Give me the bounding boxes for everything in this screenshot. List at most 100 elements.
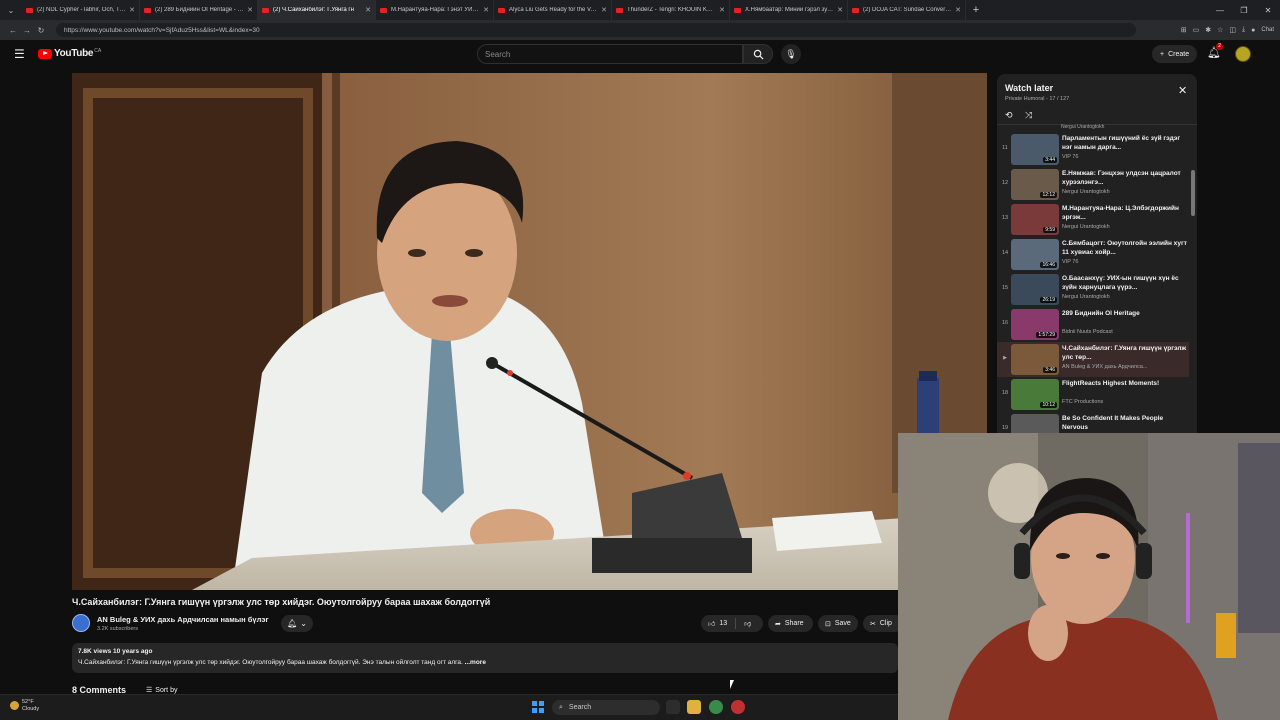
split-view-icon[interactable]: ◫ xyxy=(1229,26,1236,34)
tab-close-icon[interactable]: ✕ xyxy=(601,6,607,14)
account-avatar[interactable] xyxy=(1235,46,1251,62)
chrome-icon[interactable] xyxy=(709,700,723,714)
playlist-item-thumbnail[interactable]: 9:59 xyxy=(1011,204,1059,235)
file-explorer-icon[interactable] xyxy=(687,700,701,714)
url-field[interactable]: https://www.youtube.com/watch?v=SjfAduz5… xyxy=(56,23,1136,37)
scrollbar-thumb[interactable] xyxy=(1191,170,1195,216)
playlist-item[interactable]: 11 3:44 Парламентын гишүүний ёс зүй гэдэг … xyxy=(997,132,1189,167)
subscription-notify-button[interactable]: 🔔︎ ⌄ xyxy=(281,615,313,632)
profile-icon[interactable]: ● xyxy=(1251,27,1255,34)
loop-icon[interactable]: ⟲ xyxy=(1005,110,1013,121)
tab-close-icon[interactable]: ✕ xyxy=(483,6,489,14)
browser-tab[interactable]: ThunderZ - Tengri: KHOUIN KHO! ✕ xyxy=(612,0,730,20)
extensions-icon[interactable]: ✱ xyxy=(1205,26,1211,34)
back-icon[interactable]: ← xyxy=(6,26,20,35)
playlist-item[interactable]: 12 12:12 Ё.Нямжав: Гэнцхэн улдсэн цацралот… xyxy=(997,167,1189,202)
tab-close-icon[interactable]: ✕ xyxy=(247,6,253,14)
playlist-item-title[interactable]: О.Баасанхүү: УИХ-ын гишүүн хүн ёс зүйн х… xyxy=(1062,275,1188,292)
minimize-icon[interactable]: — xyxy=(1208,6,1232,15)
playlist-item-index: 15 xyxy=(1001,285,1009,291)
playlist-item-title[interactable]: FlightReacts Highest Moments! xyxy=(1062,380,1188,389)
downloads-icon[interactable]: ⤓ xyxy=(1242,26,1245,34)
reload-icon[interactable]: ↻ xyxy=(34,26,48,35)
description-box[interactable]: 7.8K views 10 years ago Ч.Сайханбилэг: Г… xyxy=(72,643,898,673)
youtube-masthead: ☰ YouTube CA Search 🎙 + Create 🔔︎ 2 xyxy=(0,40,1280,68)
close-window-icon[interactable]: ✕ xyxy=(1256,6,1280,15)
share-button[interactable]: ➦ Share xyxy=(768,615,813,632)
playlist-item[interactable]: 16 1:57:29 289 Биднийн OI Heritage Bidnii N… xyxy=(997,307,1189,342)
cast-icon[interactable]: ▭ xyxy=(1193,26,1200,34)
playlist-item-title[interactable]: Ё.Нямжав: Гэнцхэн улдсэн цацралот хурээл… xyxy=(1062,170,1188,187)
video-player[interactable] xyxy=(72,73,987,590)
playlist-item-title[interactable]: 289 Биднийн OI Heritage xyxy=(1062,310,1188,319)
install-icon[interactable]: ⊞ xyxy=(1181,26,1187,34)
start-button[interactable] xyxy=(532,701,544,713)
playlist-item-thumbnail[interactable]: 17:55 xyxy=(1011,414,1059,434)
browser-tab[interactable]: (2) Ч.Сайханбилэг: Г.Уянга гн ✕ xyxy=(258,0,376,20)
playlist-item-thumbnail[interactable]: 3:44 xyxy=(1011,134,1059,165)
playlist-item[interactable]: 15 26:19 О.Баасанхүү: УИХ-ын гишүүн хүн ёс… xyxy=(997,272,1189,307)
playlist-item[interactable]: 18 10:12 FlightReacts Highest Moments! FTC … xyxy=(997,377,1189,412)
tab-title: (2) NDL Cypher -Tabhir, Och, Tutu xyxy=(37,7,127,13)
channel-avatar[interactable] xyxy=(72,614,90,632)
task-view-icon[interactable] xyxy=(666,700,680,714)
youtube-logo-text: YouTube xyxy=(54,48,94,59)
taskbar-search[interactable]: ⌕ Search xyxy=(552,700,660,715)
chat-button[interactable]: Chat xyxy=(1261,27,1274,33)
playlist-item-title[interactable]: С.Бямбацогт: Оюутолгойн ээлийн хугт 11 х… xyxy=(1062,240,1188,257)
bookmark-star-icon[interactable]: ☆ xyxy=(1217,26,1223,34)
search-button[interactable] xyxy=(743,44,773,64)
shuffle-icon[interactable]: ⤨ xyxy=(1025,110,1032,121)
browser-tab[interactable]: (2) NDL Cypher -Tabhir, Och, Tutu ✕ xyxy=(22,0,140,20)
youtube-favicon-icon xyxy=(262,7,269,13)
tab-close-icon[interactable]: ✕ xyxy=(129,6,135,14)
browser-tab[interactable]: Alyca Liu Gets Ready for the Vanity ✕ xyxy=(494,0,612,20)
create-button[interactable]: + Create xyxy=(1152,45,1198,63)
playlist-item-thumbnail[interactable]: 3:46 xyxy=(1011,344,1059,375)
playlist-item-title[interactable]: М.Нарантуяа-Нара: Ц.Элбэгдоржийн эргэж..… xyxy=(1062,205,1188,222)
menu-icon[interactable]: ☰ xyxy=(14,47,25,61)
dislike-button[interactable]: 👎︎ xyxy=(744,619,751,628)
show-more-link[interactable]: ...more xyxy=(465,659,486,666)
youtube-favicon-icon xyxy=(852,7,859,13)
save-button[interactable]: ⊡ Save xyxy=(818,615,858,632)
playlist-item-title[interactable]: Парламентын гишүүний ёс зүй гэдэг нэг на… xyxy=(1062,135,1188,152)
mouse-cursor xyxy=(730,680,734,689)
like-dislike-group: 👍︎ 13 👎︎ xyxy=(701,615,763,632)
forward-icon[interactable]: → xyxy=(20,26,34,35)
clip-button[interactable]: ✂ Clip xyxy=(863,615,903,632)
tab-search-icon[interactable]: ⌄ xyxy=(0,0,22,20)
browser-tab[interactable]: (2) DOJA CAT: Sundae Conversatio ✕ xyxy=(848,0,966,20)
playlist-item-thumbnail[interactable]: 1:57:29 xyxy=(1011,309,1059,340)
playlist-scrollbar[interactable] xyxy=(1191,130,1195,430)
like-button[interactable]: 👍︎ xyxy=(708,619,715,628)
youtube-logo[interactable]: YouTube CA xyxy=(38,48,101,59)
playlist-item-thumbnail[interactable]: 10:12 xyxy=(1011,379,1059,410)
browser-tab[interactable]: Х.Нямбаатар: Миний гэрэл зургийг ✕ xyxy=(730,0,848,20)
weather-widget[interactable]: 52°F Cloudy xyxy=(10,699,39,712)
browser-tab[interactable]: (2) 289 Биднийн OI Heritage - YouT ✕ xyxy=(140,0,258,20)
playlist-item-title[interactable]: Ч.Сайханбилэг: Г.Уянга гишүүн үргэлж улс… xyxy=(1062,345,1188,362)
close-playlist-icon[interactable]: ✕ xyxy=(1178,84,1187,97)
playlist-item-title[interactable]: Be So Confident It Makes People Nervous xyxy=(1062,415,1188,432)
playlist-item[interactable]: 3:46 Ч.Сайханбилэг: Г.Уянга гишүүн үргэлж… xyxy=(997,342,1189,377)
tab-close-icon[interactable]: ✕ xyxy=(955,6,961,14)
app-icon[interactable] xyxy=(731,700,745,714)
weather-condition: Cloudy xyxy=(22,705,40,712)
tab-close-icon[interactable]: ✕ xyxy=(719,6,725,14)
new-tab-button[interactable]: + xyxy=(966,0,986,20)
voice-search-button[interactable]: 🎙 xyxy=(781,44,801,64)
playlist-item-thumbnail[interactable]: 16:46 xyxy=(1011,239,1059,270)
search-input[interactable]: Search xyxy=(477,44,743,64)
sort-comments-button[interactable]: ☰ Sort by xyxy=(146,686,177,695)
playlist-item[interactable]: 1917:55Be So Confident It Makes People N… xyxy=(997,412,1189,434)
browser-tab[interactable]: М.Нарантуяа-Нара: Гэнэт УИХ-ын ✕ xyxy=(376,0,494,20)
tab-close-icon[interactable]: ✕ xyxy=(837,6,843,14)
tab-close-icon[interactable]: ✕ xyxy=(365,6,371,14)
playlist-item-thumbnail[interactable]: 12:12 xyxy=(1011,169,1059,200)
playlist-item-thumbnail[interactable]: 26:19 xyxy=(1011,274,1059,305)
maximize-icon[interactable]: ❐ xyxy=(1232,6,1256,15)
playlist-item[interactable]: 14 16:46 С.Бямбацогт: Оюутолгойн ээлийн ху… xyxy=(997,237,1189,272)
playlist-item[interactable]: 13 9:59 М.Нарантуяа-Нара: Ц.Элбэгдоржийн э… xyxy=(997,202,1189,237)
channel-name[interactable]: AN Buleg & УИХ дахь Ардчилсан намын бүлэ… xyxy=(97,615,269,624)
